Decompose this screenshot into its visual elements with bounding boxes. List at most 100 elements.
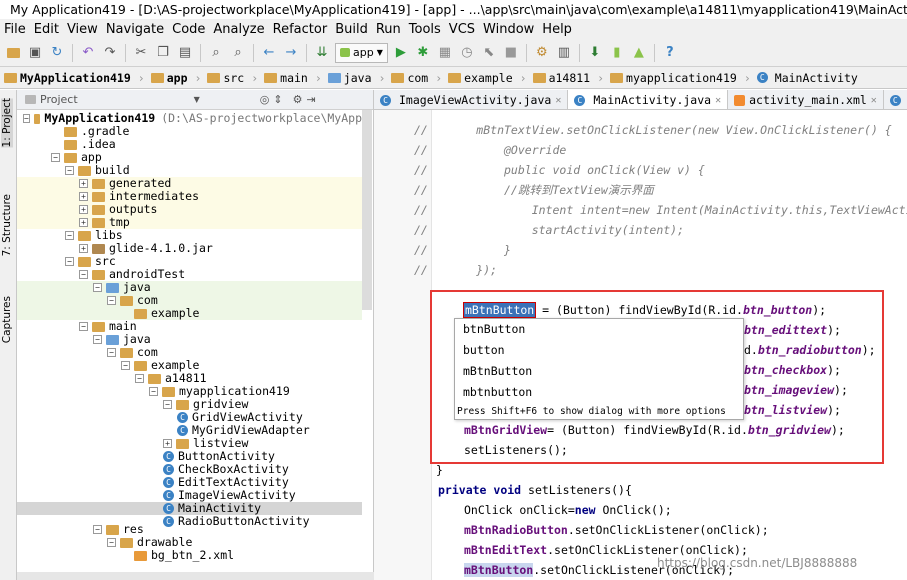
collapse-toggle-icon[interactable]: − [107,296,116,305]
expand-toggle-icon[interactable]: + [79,205,88,214]
collapse-toggle-icon[interactable]: − [93,525,102,534]
find-icon[interactable]: ⌕ [207,44,225,62]
chevron-down-icon[interactable]: ▼ [194,95,200,104]
tree-item[interactable]: − build [17,164,362,177]
target-icon[interactable]: ◎ [260,93,270,106]
menu-run[interactable]: Run [372,22,405,37]
collapse-toggle-icon[interactable]: − [65,166,74,175]
expand-toggle-icon[interactable]: + [79,218,88,227]
expand-toggle-icon[interactable]: + [163,439,172,448]
menu-code[interactable]: Code [168,22,209,37]
tree-item[interactable]: .idea [17,138,362,151]
tree-item[interactable]: − MyApplication419 (D:\AS-projectworkplace… [17,112,362,125]
suggestion-item[interactable]: btnButton [455,319,743,340]
suggestion-item[interactable]: button [455,340,743,361]
tree-item[interactable]: − java [17,281,362,294]
tab-mainactivity[interactable]: C MainActivity.java ✕ [568,90,729,109]
run-config-dropdown[interactable]: app ▼ [335,42,388,63]
gradle-sync-icon[interactable]: ⬇ [586,44,604,62]
menu-analyze[interactable]: Analyze [209,22,268,37]
menu-vcs[interactable]: VCS [445,22,479,37]
tab-activity-main-xml[interactable]: activity_main.xml ✕ [728,90,884,109]
sdk-manager-icon[interactable]: ▥ [555,44,573,62]
menu-view[interactable]: View [63,22,102,37]
paste-icon[interactable]: ▤ [176,44,194,62]
collapse-toggle-icon[interactable]: − [51,153,60,162]
tree-item[interactable]: + intermediates [17,190,362,203]
project-panel-title[interactable]: Project [40,93,78,106]
horizontal-scrollbar[interactable] [17,572,374,580]
close-icon[interactable]: ✕ [715,95,721,106]
collapse-toggle-icon[interactable]: − [121,361,130,370]
forward-icon[interactable]: → [282,44,300,62]
tree-item[interactable]: + tmp [17,216,362,229]
back-icon[interactable]: ← [260,44,278,62]
cut-icon[interactable]: ✂ [132,44,150,62]
breadcrumb-item[interactable]: example › [448,71,532,85]
coverage-icon[interactable]: ▦ [436,44,454,62]
redo-icon[interactable]: ↷ [101,44,119,62]
tab-imageviewactivity[interactable]: C ImageViewActivity.java ✕ [374,90,569,109]
help-icon[interactable]: ? [661,44,679,62]
close-icon[interactable]: ✕ [871,95,877,106]
project-structure-icon[interactable]: ⚙ [533,44,551,62]
save-icon[interactable]: ▣ [26,44,44,62]
collapse-toggle-icon[interactable]: − [65,231,74,240]
menu-build[interactable]: Build [331,22,372,37]
menu-help[interactable]: Help [538,22,576,37]
expand-toggle-icon[interactable]: + [79,179,88,188]
replace-icon[interactable]: ⌕ [229,44,247,62]
tree-item-class[interactable]: C GridViewActivity [17,411,362,424]
collapse-icon[interactable]: ⇕ [273,93,282,106]
structure-tool-tab[interactable]: 7: Structure [1,194,13,256]
gear-icon[interactable]: ⚙ [293,93,303,106]
tree-item[interactable]: − androidTest [17,268,362,281]
tree-item[interactable]: − gridview [17,398,362,411]
suggestion-item[interactable]: mbtnbutton [455,382,743,403]
tree-item[interactable]: bg_btn_2.xml [17,549,362,562]
vertical-scrollbar[interactable] [362,110,372,310]
suggestion-item[interactable]: mBtnButton [455,361,743,382]
make-project-icon[interactable]: ⇊ [313,44,331,62]
expand-toggle-icon[interactable]: + [79,244,88,253]
collapse-toggle-icon[interactable]: − [149,387,158,396]
project-tool-tab[interactable]: 1: Project [1,98,13,148]
menu-tools[interactable]: Tools [405,22,445,37]
breadcrumb-item[interactable]: C MainActivity [756,71,864,85]
breadcrumb-item[interactable]: com › [391,71,448,85]
undo-icon[interactable]: ↶ [79,44,97,62]
breadcrumb-item[interactable]: app › [150,71,208,85]
menu-file[interactable]: File [0,22,30,37]
tree-item[interactable]: + glide-4.1.0.jar [17,242,362,255]
tree-item[interactable]: + outputs [17,203,362,216]
open-folder-icon[interactable] [4,44,22,62]
run-icon[interactable]: ▶ [392,44,410,62]
menu-edit[interactable]: Edit [30,22,63,37]
close-icon[interactable]: ✕ [555,95,561,106]
collapse-toggle-icon[interactable]: − [93,335,102,344]
tree-item[interactable]: − java [17,333,362,346]
collapse-toggle-icon[interactable]: − [107,538,116,547]
tree-item[interactable]: − app [17,151,362,164]
debug-icon[interactable]: ✱ [414,44,432,62]
avd-manager-icon[interactable]: ▮ [608,44,626,62]
android-device-icon[interactable]: ▲ [630,44,648,62]
collapse-toggle-icon[interactable]: − [23,114,30,123]
breadcrumb-item[interactable]: MyApplication419 › [4,71,151,85]
breadcrumb-item[interactable]: myapplication419 › [610,71,757,85]
stop-icon[interactable]: ■ [502,44,520,62]
hide-icon[interactable]: ⇥ [307,93,316,106]
collapse-toggle-icon[interactable]: − [93,283,102,292]
menu-refactor[interactable]: Refactor [269,22,332,37]
tree-item[interactable]: − myapplication419 [17,385,362,398]
expand-toggle-icon[interactable]: + [79,192,88,201]
tree-item[interactable]: .gradle [17,125,362,138]
collapse-toggle-icon[interactable]: − [65,257,74,266]
profile-icon[interactable]: ◷ [458,44,476,62]
breadcrumb-item[interactable]: a14811 › [532,71,610,85]
collapse-toggle-icon[interactable]: − [107,348,116,357]
menu-window[interactable]: Window [479,22,538,37]
breadcrumb-item[interactable]: src › [207,71,264,85]
tree-item[interactable]: − main [17,320,362,333]
collapse-toggle-icon[interactable]: − [135,374,144,383]
